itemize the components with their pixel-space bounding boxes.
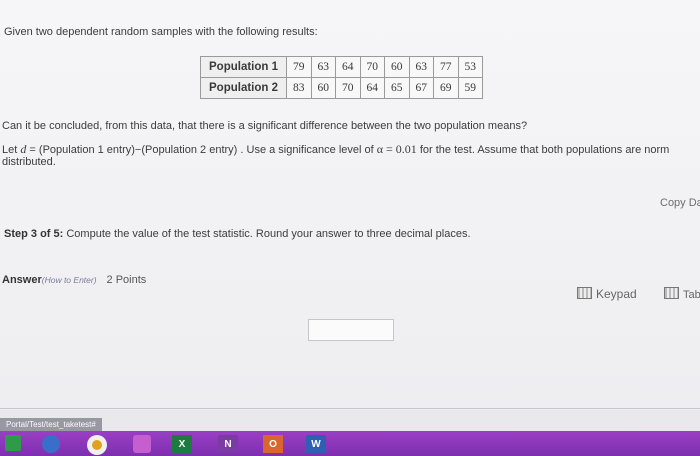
table-cell: 67: [408, 77, 434, 99]
keyboard-icon: [577, 287, 592, 299]
distributed-text: distributed.: [2, 156, 56, 168]
app-2-icon[interactable]: [42, 435, 60, 453]
table-cell: 79: [286, 56, 312, 78]
answer-input[interactable]: [308, 319, 394, 341]
let-prefix: Let: [2, 144, 21, 156]
table-row: Population 1 79 63 64 70 60 63 77 53: [200, 56, 483, 78]
row-label: Population 1: [200, 56, 287, 78]
points-label: 2 Points: [106, 274, 147, 286]
table-cell: 77: [433, 56, 459, 78]
app-1-icon[interactable]: [5, 435, 21, 451]
taskbar: X N O W: [0, 431, 700, 456]
table-cell: 53: [457, 56, 483, 78]
excel-icon[interactable]: X: [172, 435, 192, 453]
table-cell: 63: [310, 56, 336, 78]
table-cell: 70: [359, 56, 385, 78]
significance-level: α = 0.01: [376, 142, 417, 156]
table-cell: 60: [310, 77, 336, 99]
step-label: Step 3 of 5:: [4, 228, 64, 240]
data-table: Population 1 79 63 64 70 60 63 77 53 Population 2…: [200, 56, 483, 99]
table-row: Population 2 83 60 70 64 65 67 69 59: [200, 77, 483, 99]
status-url: Portal/Test/test_taketest#: [0, 418, 102, 431]
definition-line: Let d = (Population 1 entry)−(Population…: [2, 142, 669, 157]
keypad-button[interactable]: Keypad: [577, 287, 637, 301]
step-instruction: Step 3 of 5: Compute the value of the te…: [4, 228, 471, 240]
table-cell: 64: [359, 77, 385, 99]
question-prompt: Can it be concluded, from this data, tha…: [2, 120, 528, 132]
table-cell: 63: [408, 56, 434, 78]
office-icon[interactable]: O: [263, 435, 283, 453]
table-cell: 70: [335, 77, 361, 99]
assumption-text: for the test. Assume that both populatio…: [416, 144, 670, 156]
copy-data-button[interactable]: Copy Da: [660, 197, 700, 209]
table-cell: 60: [384, 56, 410, 78]
row-label: Population 2: [200, 77, 287, 99]
app-4-icon[interactable]: [133, 435, 151, 453]
table-icon: [664, 287, 679, 299]
keypad-label: Keypad: [596, 287, 637, 301]
onenote-icon[interactable]: N: [218, 435, 238, 453]
table-button[interactable]: Table: [664, 287, 700, 301]
table-label: Table: [683, 289, 700, 301]
question-page: Given two dependent random samples with …: [0, 0, 700, 410]
table-cell: 65: [384, 77, 410, 99]
table-cell: 64: [335, 56, 361, 78]
difference-definition: (Population 1 entry)−(Population 2 entry…: [38, 144, 377, 156]
let-equals: =: [26, 144, 39, 156]
answer-label: Answer: [2, 274, 42, 286]
answer-header: Answer(How to Enter) 2 Points: [2, 274, 146, 286]
chrome-icon[interactable]: [87, 435, 107, 455]
table-cell: 59: [457, 77, 483, 99]
question-intro: Given two dependent random samples with …: [4, 26, 318, 38]
word-icon[interactable]: W: [306, 435, 326, 453]
table-cell: 69: [433, 77, 459, 99]
step-text: Compute the value of the test statistic.…: [63, 228, 471, 240]
table-cell: 83: [286, 77, 312, 99]
how-to-enter-link[interactable]: (How to Enter): [42, 275, 97, 285]
divider: [0, 408, 700, 409]
